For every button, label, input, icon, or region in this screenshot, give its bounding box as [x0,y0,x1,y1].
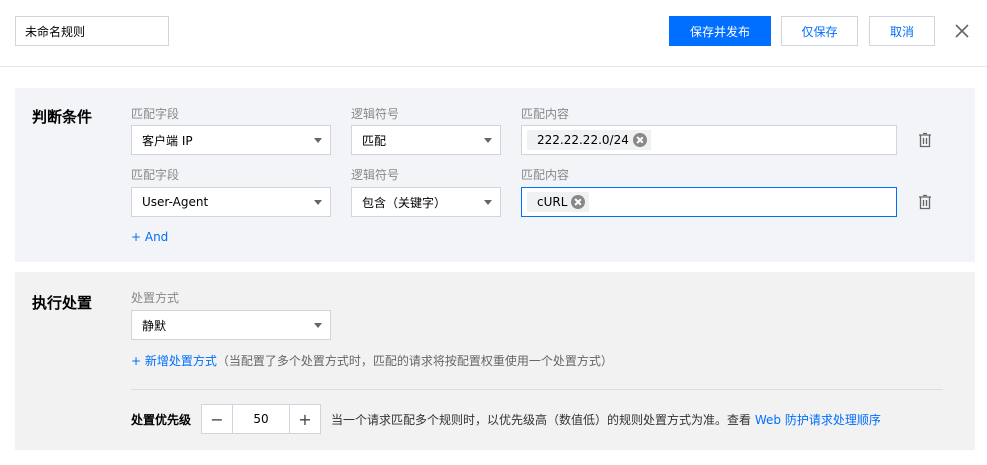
save-only-button[interactable]: 仅保存 [781,16,858,46]
cancel-button[interactable]: 取消 [869,16,935,46]
content-label: 匹配内容 [521,168,570,182]
action-panel: 执行处置 处置方式 静默 + 新增处置方式（当配置了多个处置方式时，匹配的请求将… [15,272,975,450]
increment-button[interactable]: + [290,405,320,433]
content-tag-input[interactable]: cURL [521,187,897,217]
priority-hint-text: 当一个请求匹配多个规则时，以优先级高（数值低）的规则处置方式为准。查看 [331,413,752,427]
field-label: 匹配字段 [131,168,180,182]
operator-select-value: 包含（关键字） [362,195,447,210]
field-select-value: User-Agent [142,195,209,209]
chevron-down-icon [314,200,322,205]
action-title: 执行处置 [32,294,93,312]
divider [131,389,943,390]
header-bar: 保存并发布 仅保存 取消 [0,0,987,67]
operator-label: 逻辑符号 [351,168,400,182]
priority-stepper[interactable]: − 50 + [201,404,321,434]
content-tag: 222.22.22.0/24 [527,130,651,150]
method-select[interactable]: 静默 [131,310,331,340]
trash-icon[interactable] [917,194,933,210]
chevron-down-icon [484,138,492,143]
trash-icon[interactable] [917,132,933,148]
method-label: 处置方式 [131,291,180,305]
add-method-hint: （当配置了多个处置方式时，匹配的请求将按配置权重使用一个处置方式） [216,354,613,368]
request-order-link[interactable]: Web 防护请求处理顺序 [755,413,881,427]
add-method-row: + 新增处置方式（当配置了多个处置方式时，匹配的请求将按配置权重使用一个处置方式… [131,352,613,369]
operator-select[interactable]: 包含（关键字） [351,187,501,217]
field-select[interactable]: 客户端 IP [131,125,331,155]
remove-tag-icon[interactable] [632,133,647,147]
priority-label: 处置优先级 [131,413,192,427]
field-select[interactable]: User-Agent [131,187,331,217]
rule-name-input[interactable] [15,16,169,46]
field-label: 匹配字段 [131,107,180,121]
method-select-value: 静默 [142,318,167,333]
operator-select-value: 匹配 [362,133,387,148]
chevron-down-icon [484,200,492,205]
save-and-publish-button[interactable]: 保存并发布 [669,16,771,46]
chevron-down-icon [314,138,322,143]
conditions-title: 判断条件 [32,108,93,126]
remove-tag-icon[interactable] [571,195,586,209]
content-tag-text: 222.22.22.0/24 [537,133,629,147]
add-and-condition-link[interactable]: + And [131,230,168,244]
operator-select[interactable]: 匹配 [351,125,501,155]
content-tag-input[interactable]: 222.22.22.0/24 [521,125,897,155]
decrement-button[interactable]: − [202,405,232,433]
field-select-value: 客户端 IP [142,133,193,148]
add-method-link[interactable]: + 新增处置方式 [131,354,217,368]
priority-value[interactable]: 50 [232,405,290,433]
operator-label: 逻辑符号 [351,107,400,121]
content-tag: cURL [527,192,590,212]
close-icon[interactable] [952,21,972,41]
chevron-down-icon [314,323,322,328]
content-tag-text: cURL [537,195,568,209]
conditions-panel: 判断条件 匹配字段 逻辑符号 匹配内容 客户端 IP 匹配 222.22.22.… [15,88,975,262]
content-label: 匹配内容 [521,107,570,121]
priority-hint: 当一个请求匹配多个规则时，以优先级高（数值低）的规则处置方式为准。查看 Web … [331,411,881,428]
